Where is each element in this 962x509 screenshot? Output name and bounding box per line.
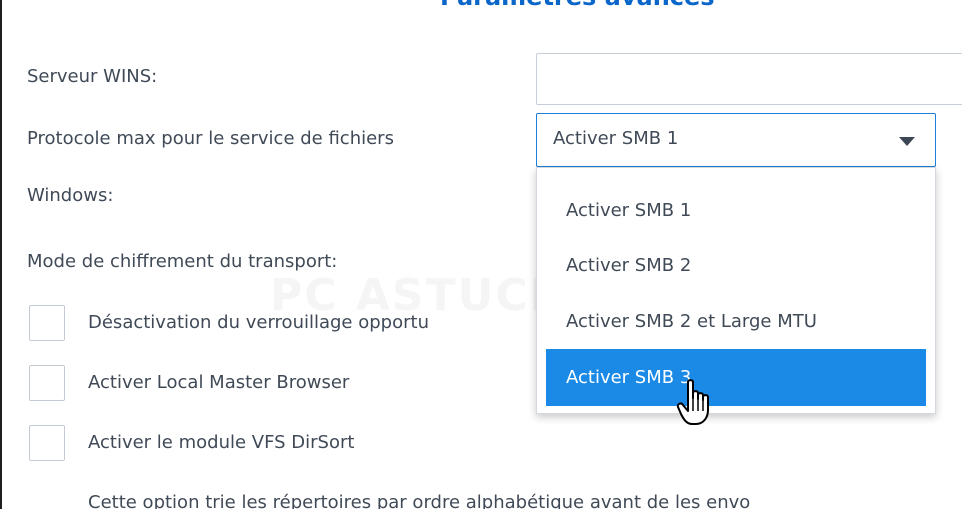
dropdown-option-smb2[interactable]: Activer SMB 2 bbox=[546, 237, 926, 294]
protocol-max-label-cont: Windows: bbox=[27, 185, 114, 206]
dirsort-help-text: Cette option trie les répertoires par or… bbox=[88, 492, 751, 509]
protocol-select[interactable]: Activer SMB 1 bbox=[536, 113, 936, 167]
wins-server-input[interactable] bbox=[536, 53, 962, 105]
local-master-browser-label: Activer Local Master Browser bbox=[88, 372, 350, 393]
vfs-dirsort-label: Activer le module VFS DirSort bbox=[88, 432, 355, 453]
window-left-border bbox=[0, 0, 2, 509]
vfs-dirsort-checkbox[interactable] bbox=[29, 425, 65, 461]
dropdown-option-smb2-large-mtu[interactable]: Activer SMB 2 et Large MTU bbox=[546, 293, 926, 350]
protocol-select-value: Activer SMB 1 bbox=[553, 128, 679, 149]
caret-down-icon bbox=[899, 137, 915, 146]
wins-server-label: Serveur WINS: bbox=[27, 66, 158, 87]
local-master-browser-checkbox[interactable] bbox=[29, 365, 65, 401]
hand-pointer-icon bbox=[676, 379, 709, 425]
oplock-checkbox[interactable] bbox=[29, 305, 65, 341]
dropdown-option-smb1[interactable]: Activer SMB 1 bbox=[546, 182, 926, 239]
protocol-dropdown-menu: Activer SMB 1 Activer SMB 2 Activer SMB … bbox=[536, 167, 936, 414]
dropdown-option-smb3[interactable]: Activer SMB 3 bbox=[546, 349, 926, 406]
protocol-max-label: Protocole max pour le service de fichier… bbox=[27, 128, 394, 149]
transport-encryption-label: Mode de chiffrement du transport: bbox=[27, 251, 338, 272]
dialog-title: Paramètres avancés bbox=[440, 0, 715, 11]
oplock-label: Désactivation du verrouillage opportu bbox=[88, 312, 429, 333]
